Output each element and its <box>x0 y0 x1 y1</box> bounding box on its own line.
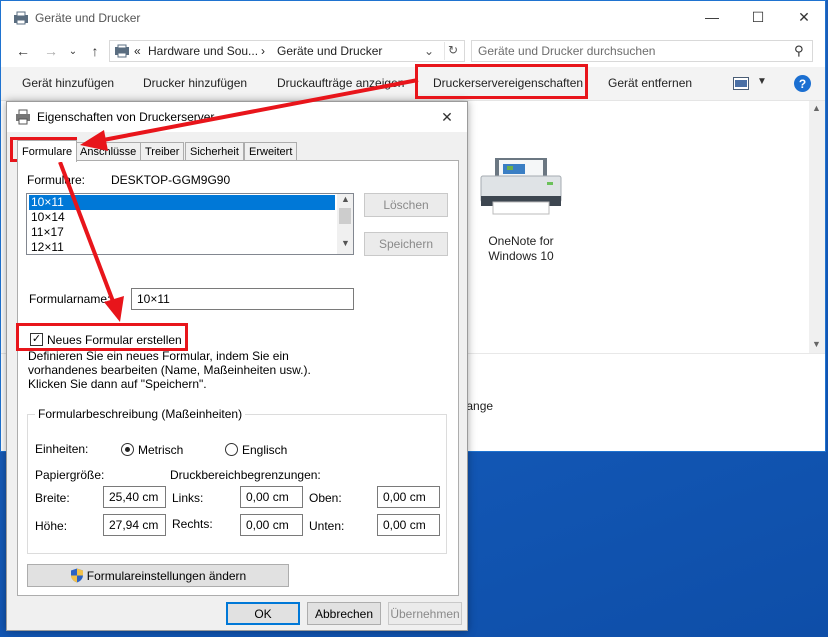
right-margin-label: Rechts: <box>172 517 213 531</box>
ok-button[interactable]: OK <box>226 602 300 625</box>
annotation-box-new-form <box>16 323 188 351</box>
breadcrumb-overflow[interactable]: « <box>134 44 141 58</box>
paper-size-label: Papiergröße: <box>35 468 105 482</box>
remove-device-button[interactable]: Gerät entfernen <box>608 76 692 90</box>
printer-device-icon[interactable] <box>477 156 565 220</box>
search-box[interactable]: ⚲ <box>471 40 813 62</box>
left-margin-label: Links: <box>172 491 204 505</box>
scroll-up-icon[interactable]: ▲ <box>812 103 821 113</box>
delete-button[interactable]: Löschen <box>364 193 448 217</box>
breadcrumb-hardware[interactable]: Hardware und Sou... <box>148 44 258 58</box>
metric-label[interactable]: Metrisch <box>138 443 183 457</box>
maximize-icon[interactable]: ☐ <box>735 1 781 33</box>
scroll-thumb[interactable] <box>339 208 351 224</box>
dialog-title: Eigenschaften von Druckerserver <box>37 110 215 124</box>
list-item[interactable]: 10×14 <box>29 210 335 225</box>
listbox-scrollbar[interactable]: ▲ ▼ <box>337 194 353 254</box>
up-arrow-icon[interactable]: ↑ <box>85 41 105 61</box>
list-item[interactable]: 11×17 <box>29 225 335 240</box>
save-button[interactable]: Speichern <box>364 232 448 256</box>
forward-arrow-icon[interactable]: → <box>41 41 61 61</box>
width-input[interactable]: 25,40 cm <box>103 486 166 508</box>
tab-forms[interactable]: Formulare <box>17 140 78 162</box>
device-label[interactable]: OneNote for Windows 10 <box>471 234 571 264</box>
breadcrumb-separator-icon: › <box>261 44 265 58</box>
top-margin-label: Oben: <box>309 491 342 505</box>
tab-security[interactable]: Sicherheit <box>185 142 244 160</box>
add-device-button[interactable]: Gerät hinzufügen <box>22 76 114 90</box>
tab-drivers[interactable]: Treiber <box>140 142 185 160</box>
list-item[interactable]: 12×11 <box>29 240 335 254</box>
height-label: Höhe: <box>35 519 68 533</box>
bottom-margin-label: Unten: <box>309 519 345 533</box>
help-icon[interactable]: ? <box>794 75 811 92</box>
back-arrow-icon[interactable]: ← <box>13 41 33 61</box>
print-server-properties-dialog: Eigenschaften von Druckerserver ✕ Formul… <box>6 101 468 631</box>
units-label: Einheiten: <box>35 442 89 456</box>
printer-area-margins-label: Druckbereichbegrenzungen: <box>170 468 321 482</box>
view-dropdown-icon[interactable]: ▼ <box>757 76 767 87</box>
height-input[interactable]: 27,94 cm <box>103 514 166 536</box>
form-name-input[interactable]: 10×11 <box>131 288 354 310</box>
minimize-icon[interactable]: — <box>689 1 735 33</box>
width-label: Breite: <box>35 491 70 505</box>
tab-advanced[interactable]: Erweitert <box>244 142 298 160</box>
scroll-down-icon[interactable]: ▼ <box>341 238 350 248</box>
address-bar[interactable]: « Hardware und Sou... › Geräte und Druck… <box>109 40 465 62</box>
forms-label: Formulare: <box>27 173 86 187</box>
server-name: DESKTOP-GGM9G90 <box>111 173 231 187</box>
cancel-button[interactable]: Abbrechen <box>307 602 381 625</box>
english-label[interactable]: Englisch <box>242 443 287 457</box>
apply-button[interactable]: Übernehmen <box>388 602 462 625</box>
devices-printers-icon <box>14 11 28 25</box>
new-form-description: Definieren Sie ein neues Formular, indem… <box>28 349 311 391</box>
view-print-jobs-button[interactable]: Druckaufträge anzeigen <box>277 76 404 90</box>
annotation-box-server-properties <box>415 64 588 99</box>
add-printer-button[interactable]: Drucker hinzufügen <box>143 76 247 90</box>
english-radio[interactable] <box>225 443 238 456</box>
search-icon[interactable]: ⚲ <box>794 43 804 59</box>
address-dropdown-icon[interactable]: ⌄ <box>424 44 434 58</box>
breadcrumb-devices[interactable]: Geräte und Drucker <box>277 44 382 58</box>
dialog-close-icon[interactable]: ✕ <box>435 106 459 128</box>
printer-icon <box>16 109 30 125</box>
change-form-settings-button[interactable]: Formulareinstellungen ändern <box>27 564 289 587</box>
recent-chevron-icon[interactable]: ⌄ <box>63 41 83 61</box>
form-name-label: Formularname: <box>29 292 111 306</box>
search-input[interactable] <box>472 41 782 61</box>
forms-listbox[interactable]: 10×11 10×14 11×17 12×11 ▲ ▼ <box>26 193 354 255</box>
list-item[interactable]: 10×11 <box>29 195 335 210</box>
view-options-icon[interactable] <box>733 77 749 90</box>
refresh-icon[interactable]: ↻ <box>448 43 458 57</box>
content-scrollbar[interactable]: ▲ ▼ <box>809 101 825 353</box>
explorer-titlebar: Geräte und Drucker — ☐ ✕ <box>1 1 825 35</box>
right-margin-input[interactable]: 0,00 cm <box>240 514 303 536</box>
group-title: Formularbeschreibung (Maßeinheiten) <box>35 407 246 421</box>
scroll-down-icon[interactable]: ▼ <box>812 339 821 349</box>
uac-shield-icon <box>70 568 83 583</box>
explorer-title: Geräte und Drucker <box>35 11 141 25</box>
tab-ports[interactable]: Anschlüsse <box>75 142 142 160</box>
command-bar: Gerät hinzufügen Drucker hinzufügen Druc… <box>1 67 825 101</box>
top-margin-input[interactable]: 0,00 cm <box>377 486 440 508</box>
bottom-margin-input[interactable]: 0,00 cm <box>377 514 440 536</box>
navigation-bar: ← → ⌄ ↑ « Hardware und Sou... › Geräte u… <box>1 37 825 65</box>
scroll-up-icon[interactable]: ▲ <box>341 194 350 204</box>
metric-radio[interactable] <box>121 443 134 456</box>
left-margin-input[interactable]: 0,00 cm <box>240 486 303 508</box>
close-icon[interactable]: ✕ <box>781 1 827 33</box>
dialog-titlebar: Eigenschaften von Druckerserver ✕ <box>7 102 467 132</box>
control-panel-icon <box>115 44 129 58</box>
